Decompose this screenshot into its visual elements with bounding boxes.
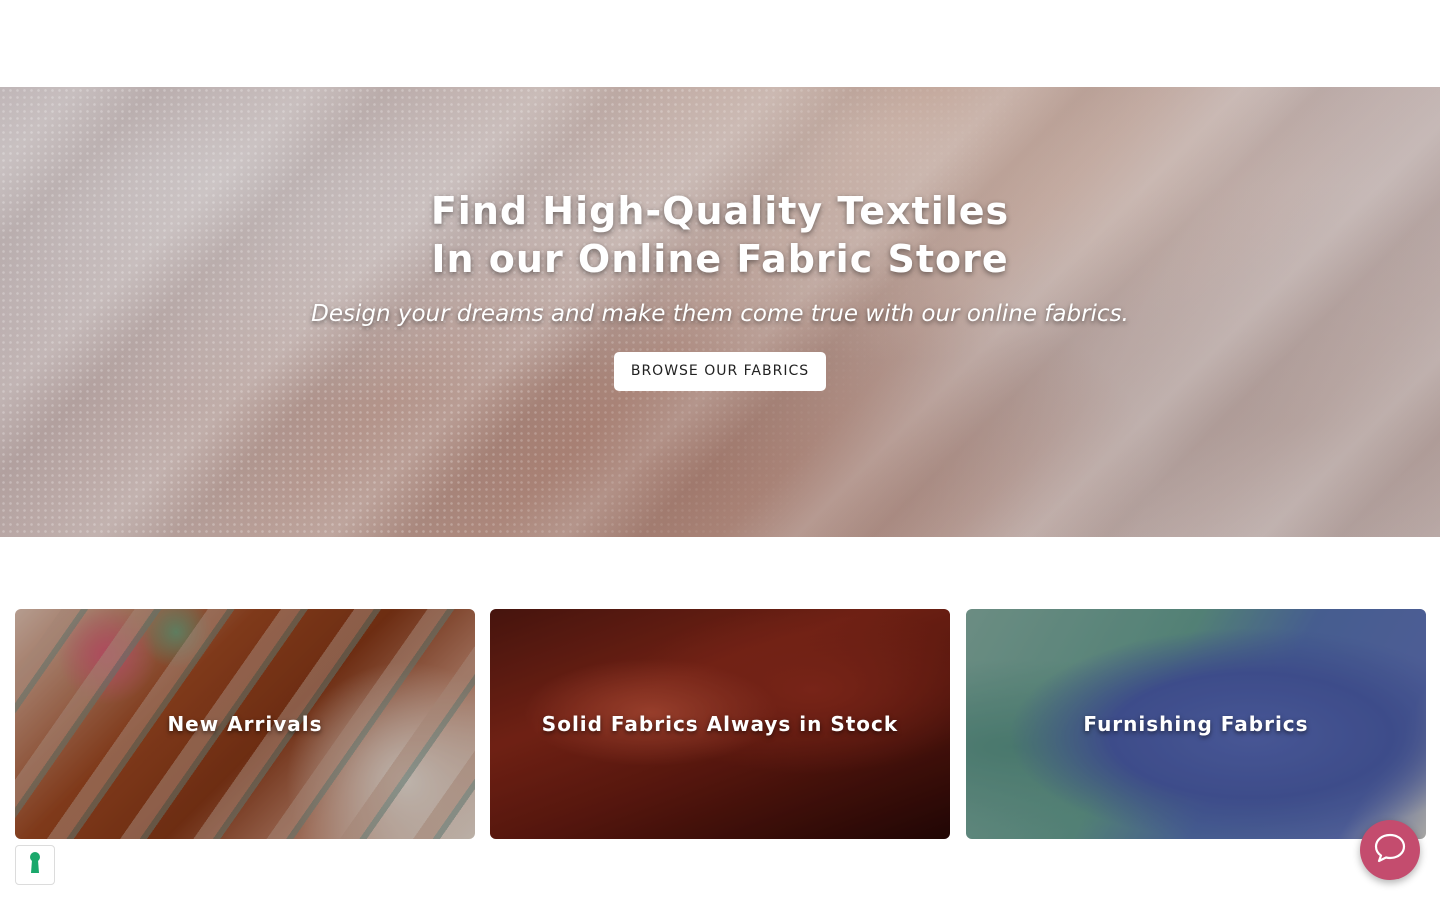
category-card-solid-fabrics[interactable]: Solid Fabrics Always in Stock <box>490 609 950 839</box>
category-label: New Arrivals <box>167 712 323 736</box>
category-card-new-arrivals[interactable]: New Arrivals <box>15 609 475 839</box>
hero-title-line-2: In our Online Fabric Store <box>431 237 1009 281</box>
hero-content: Find High-Quality Textiles In our Online… <box>0 187 1440 391</box>
hero-title: Find High-Quality Textiles In our Online… <box>0 187 1440 283</box>
chat-bubble-icon <box>1373 832 1407 868</box>
category-card-furnishing-fabrics[interactable]: Furnishing Fabrics <box>966 609 1426 839</box>
browse-fabrics-button[interactable]: BROWSE OUR FABRICS <box>613 352 827 391</box>
chat-launcher-button[interactable] <box>1360 820 1420 880</box>
hero-title-line-1: Find High-Quality Textiles <box>430 189 1010 233</box>
privacy-settings-button[interactable] <box>15 845 55 885</box>
category-label: Furnishing Fabrics <box>1083 712 1309 736</box>
site-header <box>0 0 1440 87</box>
hero-subtitle: Design your dreams and make them come tr… <box>311 301 1129 327</box>
category-label: Solid Fabrics Always in Stock <box>541 712 899 736</box>
keyhole-icon <box>28 851 42 879</box>
hero-banner: Find High-Quality Textiles In our Online… <box>0 87 1440 537</box>
